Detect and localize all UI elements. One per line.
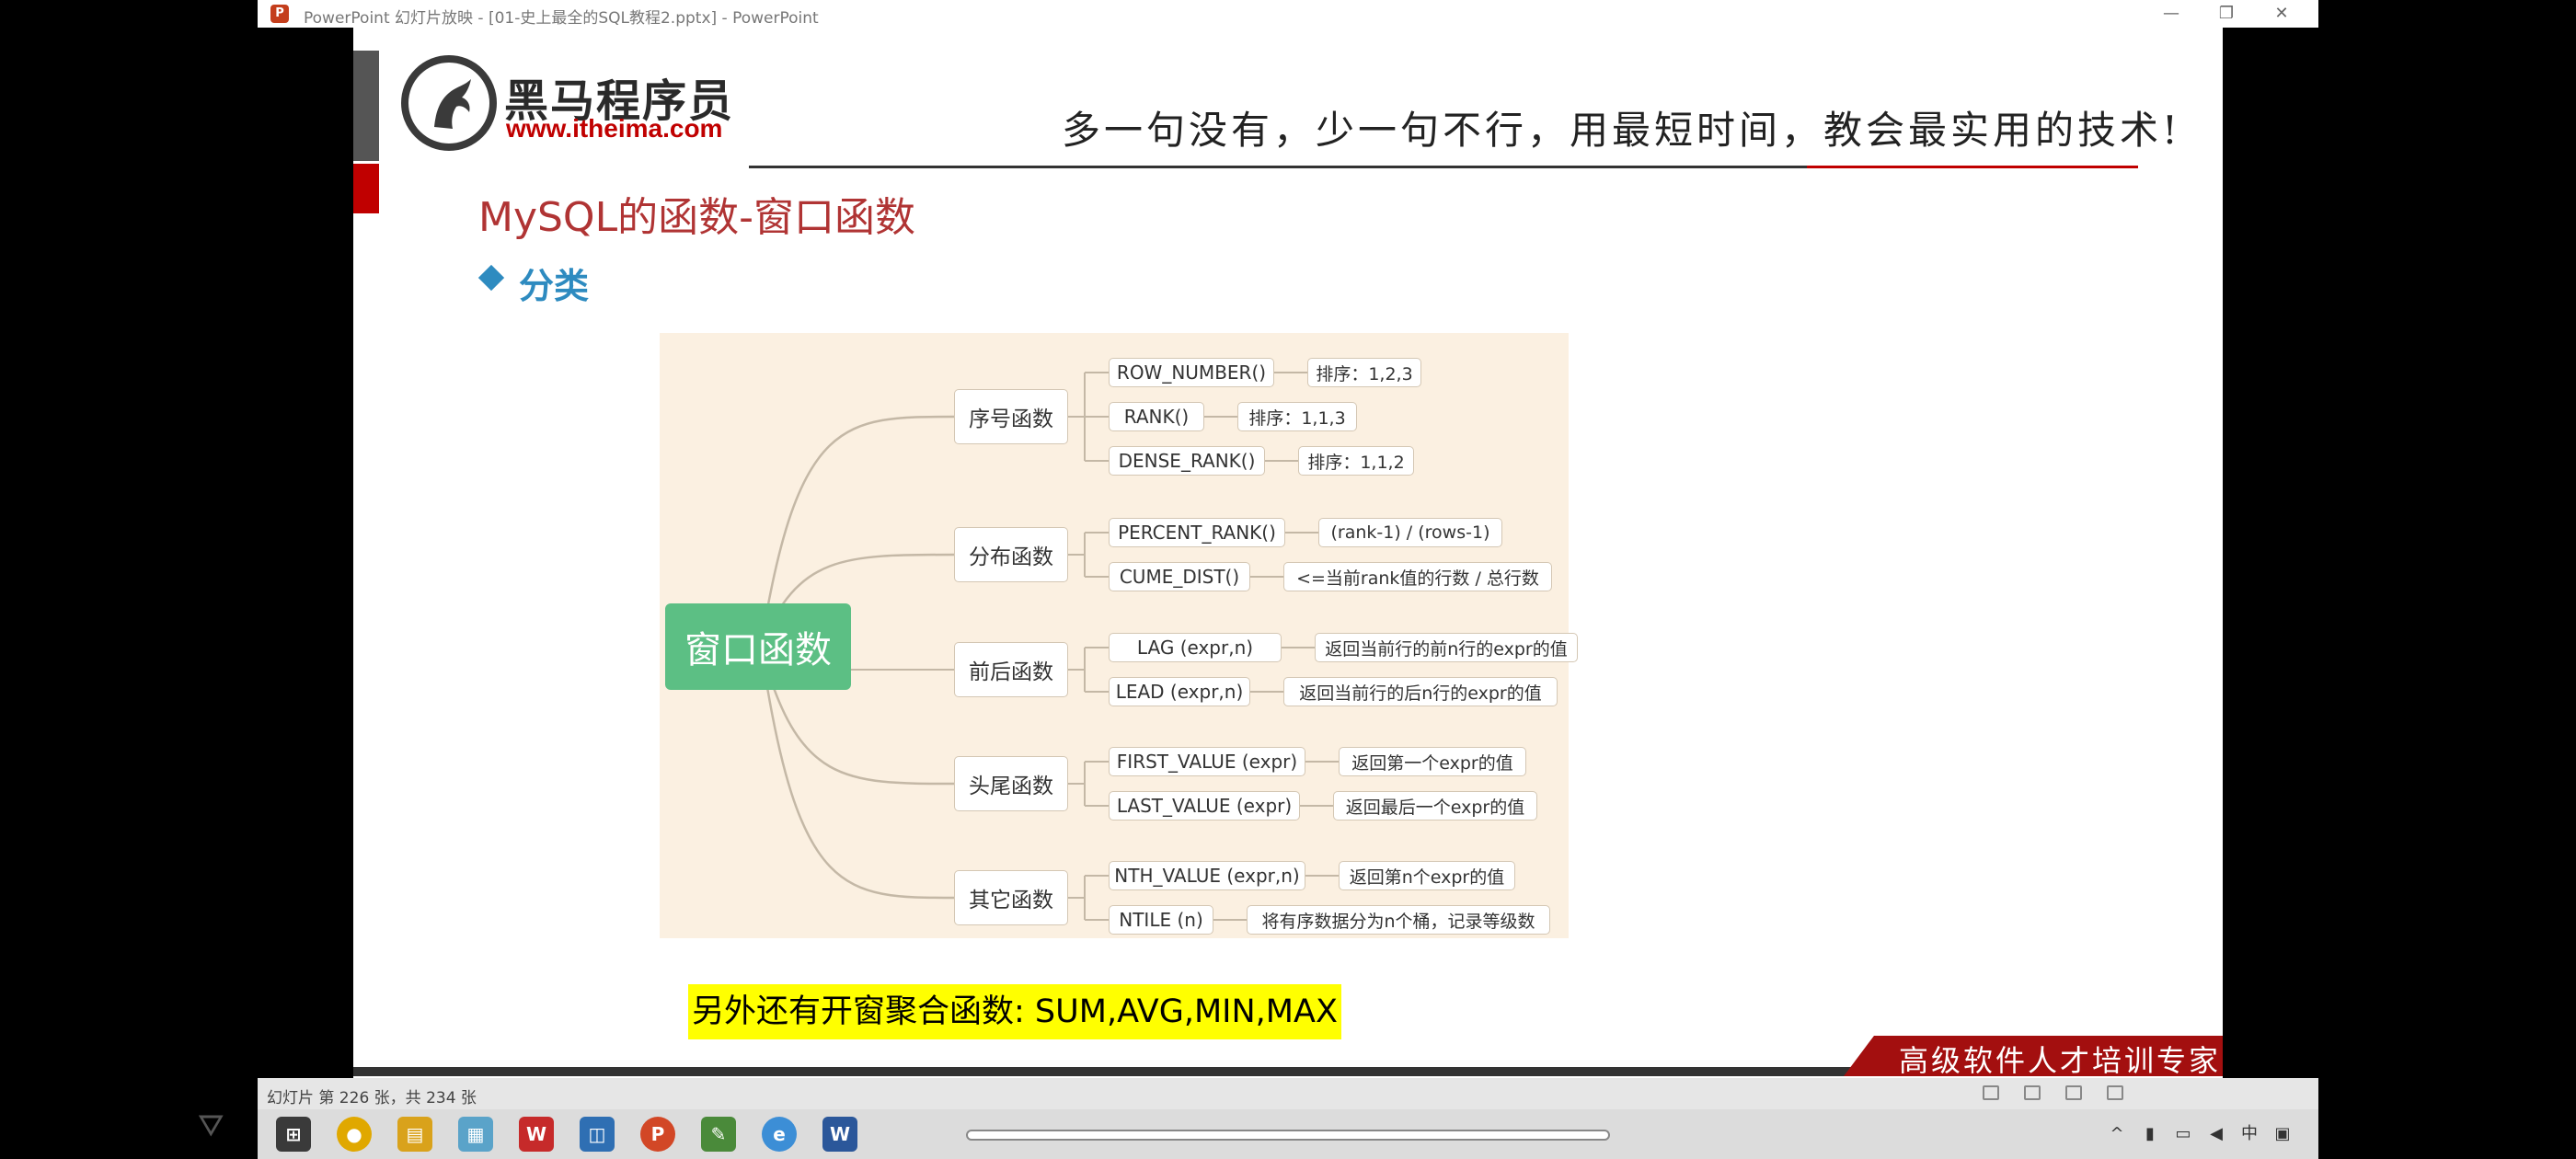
language-icon[interactable]: 中 (2239, 1124, 2260, 1144)
maximize-button[interactable]: ❐ (2199, 0, 2254, 28)
slide-title: MySQL的函数-窗口函数 (478, 194, 915, 241)
windows-start-icon[interactable]: ⊞ (276, 1117, 311, 1152)
slogan: 多一句没有，少一句不行，用最短时间，教会最实用的技术! (1062, 108, 2181, 153)
battery-icon[interactable]: ▭ (2173, 1124, 2193, 1144)
slide-side-bar (353, 51, 379, 161)
mindmap-function-node: LAST_VALUE (expr) (1109, 791, 1300, 820)
photo-editor-icon[interactable]: ✎ (701, 1117, 736, 1152)
watermark-overlay-icon: ⛛ (198, 1107, 224, 1144)
notification-icon[interactable]: ▣ (2272, 1124, 2293, 1144)
status-bar: 幻灯片 第 226 张，共 234 张 (258, 1078, 2318, 1109)
powerpoint-window: P PowerPoint 幻灯片放映 - [01-史上最全的SQL教程2.ppt… (258, 0, 2318, 1159)
taskbar: ⊞ ● ▤ ▦ W ◫ P ✎ e W ^ ▮ ▭ ◀ 中 ▣ (258, 1109, 2318, 1159)
chrome-icon[interactable]: ● (337, 1117, 372, 1152)
mindmap-function-node: LAG (expr,n) (1109, 633, 1282, 662)
slide-counter: 幻灯片 第 226 张，共 234 张 (267, 1089, 477, 1107)
mindmap-function-node: NTH_VALUE (expr,n) (1109, 861, 1305, 890)
tray-chevron-icon[interactable]: ^ (2107, 1124, 2127, 1144)
mindmap-description-node: 返回当前行的后n行的expr的值 (1283, 677, 1558, 706)
footer-banner-text: 高级软件人才培训专家 (1899, 1043, 2222, 1078)
slide-side-accent (353, 164, 379, 213)
header-divider (749, 166, 1807, 168)
mindmap-function-node: CUME_DIST() (1109, 562, 1250, 591)
minimize-button[interactable]: — (2144, 0, 2199, 28)
network-app-icon[interactable]: ◫ (580, 1117, 615, 1152)
mindmap-category-node: 头尾函数 (954, 756, 1068, 811)
horse-logo-icon (434, 79, 471, 129)
mindmap-category-node: 序号函数 (954, 389, 1068, 444)
mindmap-category-node: 分布函数 (954, 527, 1068, 582)
mindmap-description-node: 返回第n个expr的值 (1339, 861, 1515, 890)
header-divider-accent (1807, 166, 2138, 168)
slideshow-view-icon[interactable] (2107, 1085, 2123, 1100)
aggregate-note: 另外还有开窗聚合函数: SUM,AVG,MIN,MAX (688, 984, 1341, 1039)
powerpoint-taskbar-icon[interactable]: P (640, 1117, 675, 1152)
window-title: PowerPoint 幻灯片放映 - [01-史上最全的SQL教程2.pptx]… (304, 9, 819, 28)
bullet-diamond-icon (477, 264, 505, 292)
mindmap-function-node: RANK() (1109, 402, 1204, 431)
notepad-icon[interactable]: ▦ (458, 1117, 493, 1152)
mindmap-function-node: ROW_NUMBER() (1109, 358, 1274, 387)
mindmap-description-node: <=当前rank值的行数 / 总行数 (1283, 562, 1552, 591)
mindmap-root-node: 窗口函数 (665, 603, 851, 690)
mindmap-description-node: 返回第一个expr的值 (1339, 747, 1526, 776)
microphone-icon[interactable]: ▮ (2140, 1124, 2160, 1144)
wps-icon[interactable]: W (519, 1117, 554, 1152)
mindmap: 窗口函数 序号函数 ROW_NUMBER() 排序：1,2,3 RANK() 排序：1,… (660, 333, 1578, 938)
slide[interactable]: 黑马程序员 www.itheima.com 多一句没有，少一句不行，用最短时间，… (353, 28, 2223, 1078)
mindmap-category-node: 其它函数 (954, 870, 1068, 925)
mindmap-function-node: NTILE (n) (1109, 905, 1213, 935)
title-bar: P PowerPoint 幻灯片放映 - [01-史上最全的SQL教程2.ppt… (258, 0, 2318, 29)
mindmap-description-node: 排序：1,1,3 (1237, 402, 1357, 431)
mindmap-function-node: LEAD (expr,n) (1109, 677, 1250, 706)
video-progress-bar[interactable] (966, 1130, 1610, 1141)
normal-view-icon[interactable] (1983, 1085, 1999, 1100)
mindmap-description-node: 将有序数据分为n个桶，记录等级数 (1247, 905, 1550, 935)
mindmap-description-node: 返回当前行的前n行的expr的值 (1315, 633, 1578, 662)
mindmap-function-node: DENSE_RANK() (1109, 446, 1265, 476)
mindmap-description-node: 返回最后一个expr的值 (1333, 791, 1537, 820)
word-icon[interactable]: W (822, 1117, 857, 1152)
volume-icon[interactable]: ◀ (2206, 1124, 2226, 1144)
powerpoint-icon: P (270, 5, 289, 23)
mindmap-category-node: 前后函数 (954, 642, 1068, 697)
mindmap-function-node: FIRST_VALUE (expr) (1109, 747, 1305, 776)
mindmap-description-node: 排序：1,2,3 (1307, 358, 1421, 387)
bullet-heading: 分类 (519, 266, 590, 306)
reading-view-icon[interactable] (2065, 1085, 2082, 1100)
mindmap-description-node: (rank-1) / (rows-1) (1318, 518, 1502, 547)
file-explorer-icon[interactable]: ▤ (397, 1117, 432, 1152)
edge-icon[interactable]: e (762, 1117, 797, 1152)
logo-url: www.itheima.com (506, 114, 723, 143)
close-button[interactable]: ✕ (2254, 0, 2309, 28)
slide-sorter-icon[interactable] (2024, 1085, 2041, 1100)
mindmap-description-node: 排序：1,1,2 (1298, 446, 1414, 476)
mindmap-function-node: PERCENT_RANK() (1109, 518, 1285, 547)
